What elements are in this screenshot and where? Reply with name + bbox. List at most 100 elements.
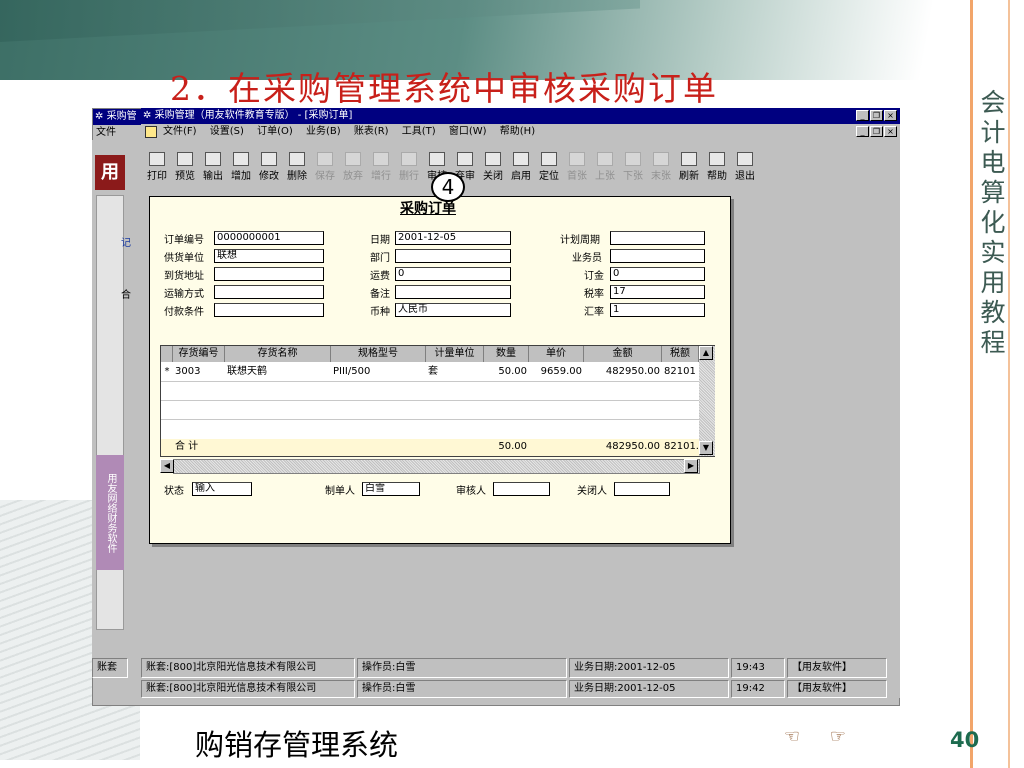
- menu-tools[interactable]: 工具(T): [402, 126, 436, 137]
- first-icon: [569, 152, 585, 166]
- date-field[interactable]: 2001-12-05: [395, 231, 511, 245]
- toolbar-button[interactable]: 放弃: [339, 148, 367, 182]
- app-icon: ✲: [143, 110, 152, 121]
- toolbar-button[interactable]: 打印: [143, 148, 171, 182]
- toolbar-button[interactable]: 预览: [171, 148, 199, 182]
- outer-menu-file[interactable]: 文件: [96, 127, 116, 138]
- grid-cell[interactable]: 9659.00: [529, 364, 582, 380]
- toolbar-button[interactable]: 启用: [507, 148, 535, 182]
- toolbar-button[interactable]: 增行: [367, 148, 395, 182]
- menu-file[interactable]: 文件(F): [163, 126, 197, 137]
- inner-menubar: 文件(F) 设置(S) 订单(O) 业务(B) 账表(R) 工具(T) 窗口(W…: [141, 124, 900, 140]
- date-label: 日期: [370, 235, 390, 246]
- currency-field[interactable]: 人民币: [395, 303, 511, 317]
- exchange-rate-label: 汇率: [584, 307, 604, 318]
- toolbar-button[interactable]: 关闭: [479, 148, 507, 182]
- toolbar-button[interactable]: 修改: [255, 148, 283, 182]
- menu-help[interactable]: 帮助(H): [500, 126, 535, 137]
- menu-order[interactable]: 订单(O): [257, 126, 293, 137]
- grid-cell[interactable]: 82101: [664, 364, 699, 380]
- grid-header[interactable]: 存货名称: [225, 346, 331, 362]
- grid-header[interactable]: 数量: [484, 346, 529, 362]
- toolbar-button[interactable]: 刷新: [675, 148, 703, 182]
- grid-header[interactable]: 税额: [662, 346, 699, 362]
- grid-header[interactable]: 存货编号: [173, 346, 225, 362]
- remark-field[interactable]: [395, 285, 511, 299]
- toolbar-button[interactable]: 输出: [199, 148, 227, 182]
- vertical-scrollbar[interactable]: ▲ ▼: [699, 346, 715, 456]
- child-minimize-icon[interactable]: _: [856, 126, 869, 137]
- toolbar-button[interactable]: 定位: [535, 148, 563, 182]
- total-row: 合 计 50.00 482950.00 82101.: [161, 439, 699, 456]
- toolbar-button[interactable]: 帮助: [703, 148, 731, 182]
- toolbar-button[interactable]: 增加: [227, 148, 255, 182]
- grid-line: [161, 381, 699, 382]
- grid-cell[interactable]: 3003: [175, 364, 225, 380]
- order-no-field[interactable]: 0000000001: [214, 231, 324, 245]
- left-nav-label-1[interactable]: 记: [121, 234, 131, 249]
- left-nav-label-2[interactable]: 合: [121, 286, 131, 301]
- toolbar-button[interactable]: 删行: [395, 148, 423, 182]
- close-icon[interactable]: ×: [884, 110, 897, 121]
- toolbar-button[interactable]: 退出: [731, 148, 759, 182]
- grid-cell[interactable]: PIII/500: [333, 364, 426, 380]
- closer-label: 关闭人: [577, 486, 607, 497]
- toolbar-button-label: 修改: [259, 171, 279, 182]
- next-slide-icon[interactable]: ☞: [818, 726, 858, 748]
- status-field[interactable]: 输入: [192, 482, 252, 496]
- inner-window-titlebar[interactable]: ✲ 采购管理（用友软件教育专版） - [采购订单] _ ❐ ×: [141, 108, 900, 124]
- ship-to-field[interactable]: [214, 267, 324, 281]
- deposit-field[interactable]: 0: [610, 267, 705, 281]
- restore-icon[interactable]: ❐: [870, 110, 883, 121]
- toolbar-button[interactable]: 首张: [563, 148, 591, 182]
- prev-slide-icon[interactable]: ☜: [772, 726, 812, 748]
- grid-cell[interactable]: 50.00: [484, 364, 527, 380]
- add-row-icon: [373, 152, 389, 166]
- payment-field[interactable]: [214, 303, 324, 317]
- tax-rate-field[interactable]: 17: [610, 285, 705, 299]
- toolbar-button[interactable]: 删除: [283, 148, 311, 182]
- approve-icon: [429, 152, 445, 166]
- scroll-left-icon[interactable]: ◀: [160, 459, 174, 473]
- toolbar-button[interactable]: 末张: [647, 148, 675, 182]
- menu-reports[interactable]: 账表(R): [354, 126, 389, 137]
- transport-field[interactable]: [214, 285, 324, 299]
- dept-field[interactable]: [395, 249, 511, 263]
- grid-header[interactable]: 规格型号: [331, 346, 426, 362]
- toolbar-button[interactable]: 下张: [619, 148, 647, 182]
- maker-field[interactable]: 白雪: [362, 482, 420, 496]
- freight-field[interactable]: 0: [395, 267, 511, 281]
- exchange-rate-field[interactable]: 1: [610, 303, 705, 317]
- toolbar-button-label: 输出: [203, 171, 223, 182]
- toolbar-button-label: 增行: [371, 171, 391, 182]
- plan-period-field[interactable]: [610, 231, 705, 245]
- plan-period-label: 计划周期: [560, 235, 600, 246]
- horizontal-scrollbar[interactable]: [173, 459, 700, 474]
- grid-header[interactable]: 单价: [529, 346, 584, 362]
- grid-header[interactable]: 金额: [584, 346, 662, 362]
- supplier-field[interactable]: 联想: [214, 249, 324, 263]
- scroll-right-icon[interactable]: ▶: [684, 459, 698, 473]
- grid-header[interactable]: 计量单位: [426, 346, 484, 362]
- toolbar-button-label: 保存: [315, 171, 335, 182]
- grid-cell[interactable]: 联想天鹤: [227, 364, 331, 380]
- inner-status-bar: 账套:[800]北京阳光信息技术有限公司 操作员:白雪 业务日期:2001-12…: [141, 658, 900, 678]
- grid-cell[interactable]: 482950.00: [584, 364, 660, 380]
- delete-row-icon: [401, 152, 417, 166]
- menu-business[interactable]: 业务(B): [306, 126, 341, 137]
- salesman-field[interactable]: [610, 249, 705, 263]
- scroll-up-icon[interactable]: ▲: [699, 346, 713, 360]
- toolbar-button[interactable]: 上张: [591, 148, 619, 182]
- child-close-icon[interactable]: ×: [884, 126, 897, 137]
- menu-window[interactable]: 窗口(W): [449, 126, 487, 137]
- scroll-down-icon[interactable]: ▼: [699, 441, 713, 455]
- menu-settings[interactable]: 设置(S): [210, 126, 244, 137]
- child-restore-icon[interactable]: ❐: [870, 126, 883, 137]
- auditor-field[interactable]: [493, 482, 550, 496]
- toolbar-button[interactable]: 保存: [311, 148, 339, 182]
- grid-corner: [161, 346, 173, 362]
- closer-field[interactable]: [614, 482, 670, 496]
- grid-cell[interactable]: 套: [428, 364, 484, 380]
- ship-to-label: 到货地址: [164, 271, 204, 282]
- minimize-icon[interactable]: _: [856, 110, 869, 121]
